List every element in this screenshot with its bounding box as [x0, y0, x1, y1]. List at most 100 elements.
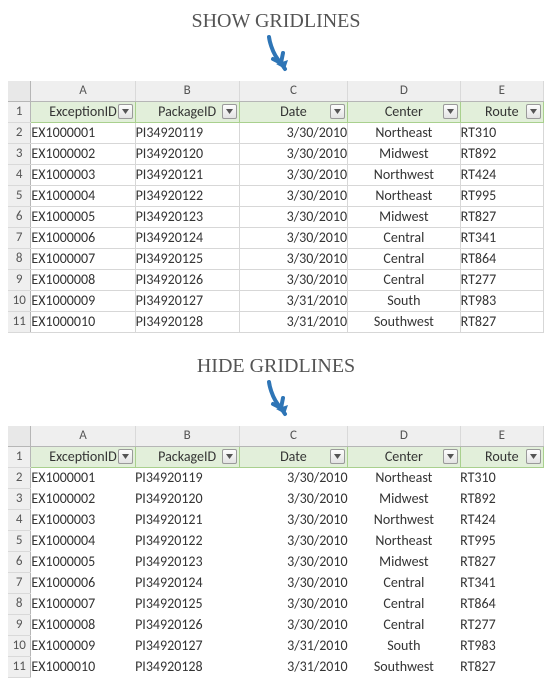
cell-D[interactable]: Midwest [348, 144, 461, 165]
row-number[interactable]: 6 [8, 552, 31, 573]
cell-C[interactable]: 3/30/2010 [239, 594, 347, 615]
select-all-corner[interactable] [8, 426, 31, 447]
cell-D[interactable]: South [348, 291, 461, 312]
filter-dropdown-icon[interactable] [330, 449, 345, 464]
filter-dropdown-icon[interactable] [118, 449, 133, 464]
cell-D[interactable]: Northeast [348, 186, 461, 207]
cell-E[interactable]: RT424 [460, 510, 543, 531]
cell-B[interactable]: PI34920128 [135, 312, 239, 333]
header-exceptionid[interactable]: ExceptionID [31, 102, 135, 123]
cell-C[interactable]: 3/31/2010 [239, 312, 347, 333]
filter-dropdown-icon[interactable] [118, 104, 133, 119]
row-number[interactable]: 6 [8, 207, 31, 228]
cell-C[interactable]: 3/31/2010 [239, 636, 347, 657]
cell-D[interactable]: Southwest [348, 312, 461, 333]
column-letter-B[interactable]: B [135, 81, 239, 102]
cell-A[interactable]: EX1000002 [31, 489, 135, 510]
cell-B[interactable]: PI34920120 [135, 144, 239, 165]
row-number[interactable]: 9 [8, 270, 31, 291]
header-center[interactable]: Center [348, 447, 461, 468]
cell-D[interactable]: Central [348, 270, 461, 291]
cell-D[interactable]: Northeast [348, 468, 461, 489]
column-letter-A[interactable]: A [31, 81, 135, 102]
column-letter-E[interactable]: E [460, 81, 543, 102]
cell-C[interactable]: 3/30/2010 [239, 123, 347, 144]
cell-B[interactable]: PI34920123 [135, 552, 239, 573]
row-number[interactable]: 7 [8, 228, 31, 249]
cell-B[interactable]: PI34920119 [135, 468, 239, 489]
cell-C[interactable]: 3/30/2010 [239, 510, 347, 531]
cell-E[interactable]: RT892 [460, 144, 543, 165]
cell-E[interactable]: RT827 [460, 552, 543, 573]
cell-E[interactable]: RT277 [460, 270, 543, 291]
cell-C[interactable]: 3/30/2010 [239, 249, 347, 270]
cell-A[interactable]: EX1000008 [31, 615, 135, 636]
cell-A[interactable]: EX1000007 [31, 249, 135, 270]
cell-B[interactable]: PI34920125 [135, 594, 239, 615]
cell-B[interactable]: PI34920121 [135, 165, 239, 186]
cell-B[interactable]: PI34920125 [135, 249, 239, 270]
filter-dropdown-icon[interactable] [443, 449, 458, 464]
cell-E[interactable]: RT995 [460, 531, 543, 552]
cell-E[interactable]: RT277 [460, 615, 543, 636]
filter-dropdown-icon[interactable] [222, 104, 237, 119]
header-packageid[interactable]: PackageID [135, 447, 239, 468]
header-exceptionid[interactable]: ExceptionID [31, 447, 135, 468]
column-letter-B[interactable]: B [135, 426, 239, 447]
cell-D[interactable]: Central [348, 573, 461, 594]
cell-A[interactable]: EX1000002 [31, 144, 135, 165]
cell-A[interactable]: EX1000009 [31, 291, 135, 312]
cell-C[interactable]: 3/30/2010 [239, 552, 347, 573]
filter-dropdown-icon[interactable] [526, 104, 541, 119]
row-number[interactable]: 3 [8, 144, 31, 165]
cell-E[interactable]: RT827 [460, 312, 543, 333]
cell-E[interactable]: RT827 [460, 657, 543, 678]
cell-C[interactable]: 3/30/2010 [239, 531, 347, 552]
cell-A[interactable]: EX1000004 [31, 531, 135, 552]
row-number[interactable]: 9 [8, 615, 31, 636]
row-number[interactable]: 7 [8, 573, 31, 594]
column-letter-E[interactable]: E [460, 426, 543, 447]
filter-dropdown-icon[interactable] [330, 104, 345, 119]
cell-D[interactable]: Northwest [348, 165, 461, 186]
cell-E[interactable]: RT827 [460, 207, 543, 228]
cell-C[interactable]: 3/31/2010 [239, 291, 347, 312]
cell-A[interactable]: EX1000001 [31, 123, 135, 144]
row-number[interactable]: 5 [8, 186, 31, 207]
cell-D[interactable]: Midwest [348, 552, 461, 573]
cell-C[interactable]: 3/30/2010 [239, 489, 347, 510]
cell-D[interactable]: Central [348, 594, 461, 615]
row-number[interactable]: 4 [8, 510, 31, 531]
cell-A[interactable]: EX1000003 [31, 510, 135, 531]
cell-B[interactable]: PI34920124 [135, 228, 239, 249]
cell-A[interactable]: EX1000006 [31, 228, 135, 249]
cell-B[interactable]: PI34920121 [135, 510, 239, 531]
column-letter-A[interactable]: A [31, 426, 135, 447]
cell-D[interactable]: South [348, 636, 461, 657]
cell-E[interactable]: RT864 [460, 594, 543, 615]
cell-B[interactable]: PI34920124 [135, 573, 239, 594]
cell-A[interactable]: EX1000008 [31, 270, 135, 291]
cell-E[interactable]: RT983 [460, 291, 543, 312]
row-number[interactable]: 2 [8, 123, 31, 144]
cell-E[interactable]: RT864 [460, 249, 543, 270]
cell-A[interactable]: EX1000010 [31, 657, 135, 678]
cell-C[interactable]: 3/31/2010 [239, 657, 347, 678]
cell-B[interactable]: PI34920122 [135, 186, 239, 207]
cell-E[interactable]: RT310 [460, 468, 543, 489]
cell-D[interactable]: Northeast [348, 531, 461, 552]
cell-A[interactable]: EX1000004 [31, 186, 135, 207]
cell-B[interactable]: PI34920123 [135, 207, 239, 228]
cell-E[interactable]: RT983 [460, 636, 543, 657]
header-packageid[interactable]: PackageID [135, 102, 239, 123]
cell-B[interactable]: PI34920127 [135, 291, 239, 312]
filter-dropdown-icon[interactable] [222, 449, 237, 464]
row-number[interactable]: 3 [8, 489, 31, 510]
cell-C[interactable]: 3/30/2010 [239, 144, 347, 165]
cell-C[interactable]: 3/30/2010 [239, 228, 347, 249]
row-number[interactable]: 1 [8, 447, 31, 468]
cell-A[interactable]: EX1000009 [31, 636, 135, 657]
column-letter-C[interactable]: C [239, 81, 347, 102]
cell-E[interactable]: RT341 [460, 228, 543, 249]
header-center[interactable]: Center [348, 102, 461, 123]
